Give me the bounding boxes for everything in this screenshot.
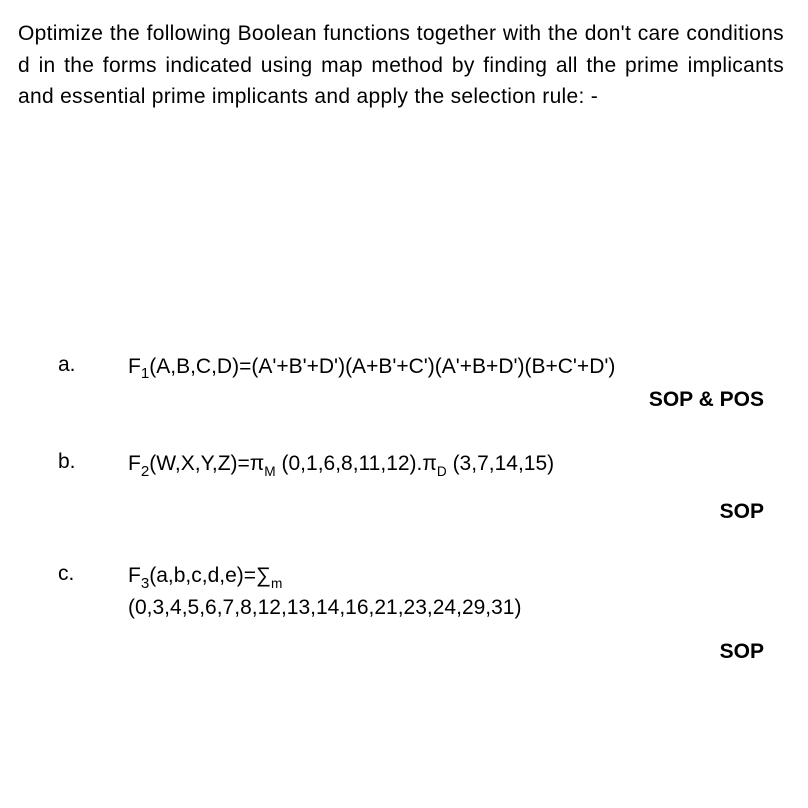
problem-content: F3(a,b,c,d,e)=∑m (0,3,4,5,6,7,8,12,13,14… [128,562,774,666]
expr-mid: (0,1,6,8,11,12).π [276,452,437,475]
problem-label: c. [58,562,128,666]
expr-sub: m [271,576,282,591]
func-subscript: 3 [141,575,149,592]
func-vars: (A,B,C,D) [149,355,239,378]
problem-label: b. [58,450,128,526]
problem-content: F2(W,X,Y,Z)=πM (0,1,6,8,11,12).πD (3,7,1… [128,450,774,526]
form-type: SOP [128,498,774,526]
func-subscript: 2 [141,463,149,480]
expr-prefix: =π [238,452,265,475]
func-vars: (a,b,c,d,e) [149,564,244,587]
func-name: F [128,355,141,378]
func-expr: =(A'+B'+D')(A+B'+C')(A'+B+D')(B+C'+D') [239,355,615,378]
problem-b: b. F2(W,X,Y,Z)=πM (0,1,6,8,11,12).πD (3,… [58,450,774,526]
func-subscript: 1 [141,365,149,382]
func-name: F [128,452,141,475]
expr-suffix: (3,7,14,15) [447,452,554,475]
problem-content: F1(A,B,C,D)=(A'+B'+D')(A+B'+C')(A'+B+D')… [128,353,774,415]
func-name: F [128,564,141,587]
form-type: SOP [128,638,774,666]
expr-sub: D [437,464,447,479]
expr-sub: M [264,464,275,479]
problems-list: a. F1(A,B,C,D)=(A'+B'+D')(A+B'+C')(A'+B+… [18,353,784,667]
form-type: SOP & POS [128,386,774,414]
question-intro: Optimize the following Boolean functions… [18,18,784,113]
problem-a: a. F1(A,B,C,D)=(A'+B'+D')(A+B'+C')(A'+B+… [58,353,774,415]
expr-prefix: =∑ [244,564,271,587]
problem-c: c. F3(a,b,c,d,e)=∑m (0,3,4,5,6,7,8,12,13… [58,562,774,666]
expr-line2: (0,3,4,5,6,7,8,12,13,14,16,21,23,24,29,3… [128,596,521,619]
func-vars: (W,X,Y,Z) [149,452,237,475]
problem-label: a. [58,353,128,415]
